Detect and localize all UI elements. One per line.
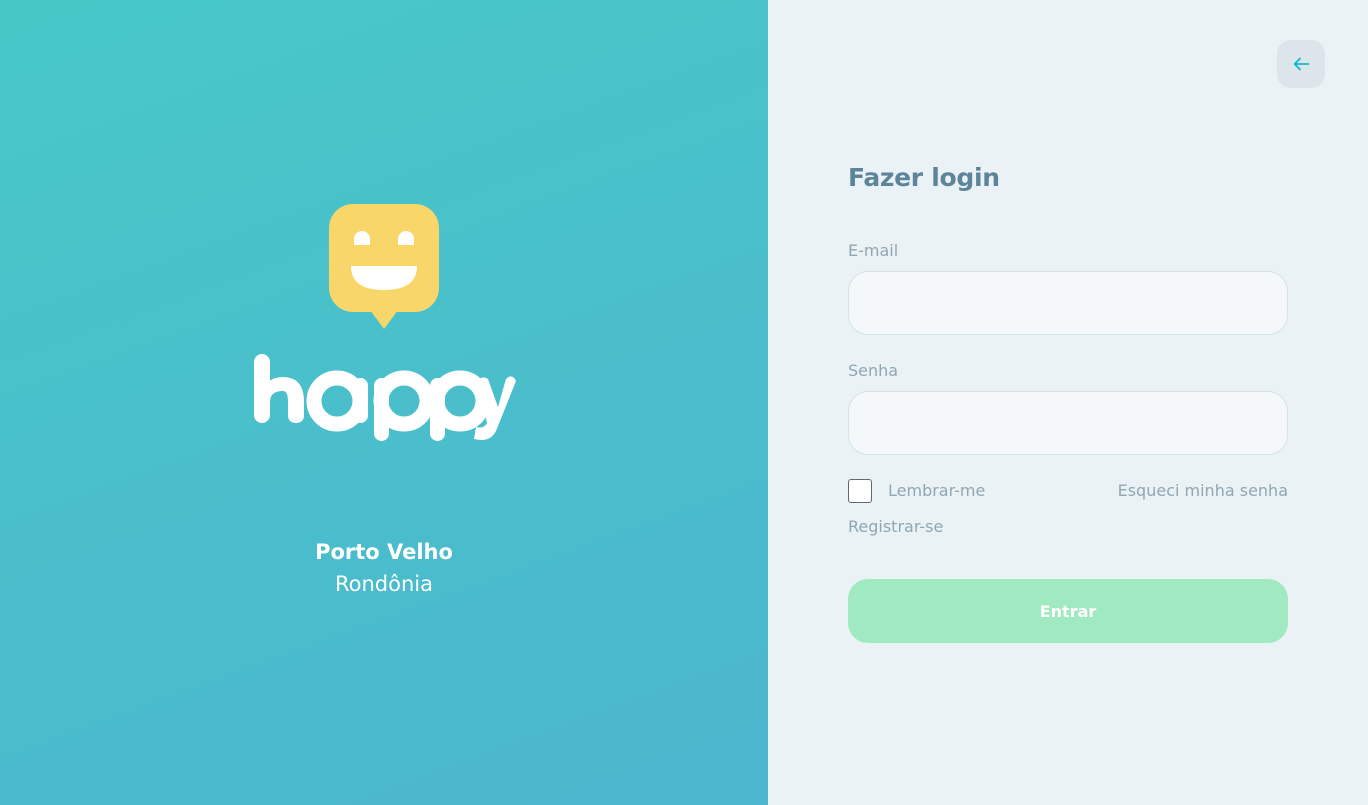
remember-me-checkbox[interactable] [848, 479, 872, 503]
location-city: Porto Velho [315, 540, 453, 564]
remember-me-label[interactable]: Lembrar-me [888, 481, 985, 500]
email-label: E-mail [848, 241, 899, 260]
email-field[interactable] [848, 271, 1288, 335]
password-field[interactable] [848, 391, 1288, 455]
smiley-speech-bubble-icon [329, 204, 439, 329]
happy-wordmark [254, 354, 516, 441]
forgot-password-link[interactable]: Esqueci minha senha [1118, 481, 1288, 500]
brand-panel: happy [0, 0, 768, 805]
register-link[interactable]: Registrar-se [848, 517, 943, 536]
login-panel: Fazer login E-mail Senha Lembrar-me Esqu… [768, 0, 1368, 805]
location-state: Rondônia [335, 572, 433, 596]
login-page: happy [0, 0, 1368, 805]
login-title: Fazer login [848, 163, 1000, 192]
password-label: Senha [848, 361, 899, 380]
submit-button[interactable]: Entrar [848, 579, 1288, 643]
back-button[interactable] [1277, 40, 1325, 88]
happy-logo: happy [254, 204, 516, 441]
arrow-left-icon [1293, 57, 1310, 71]
